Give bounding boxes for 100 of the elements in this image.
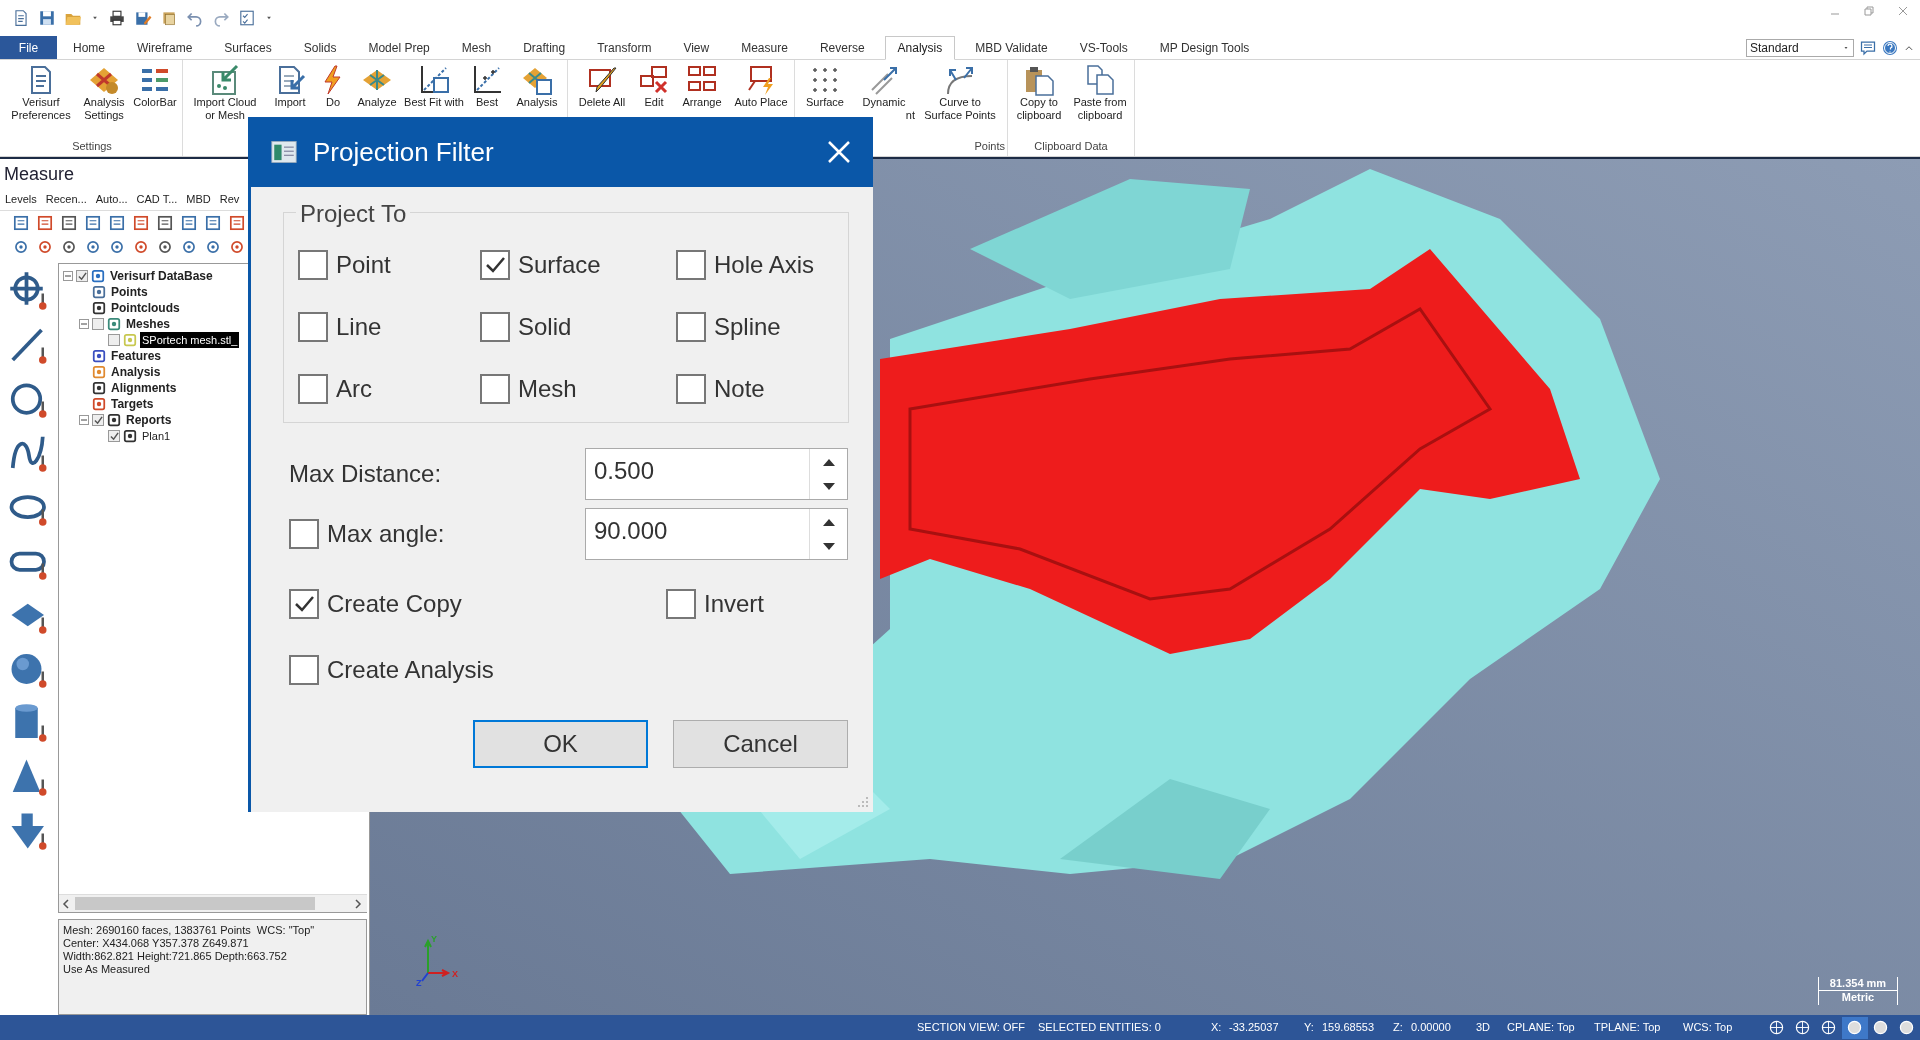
ribbon-tab[interactable]: Home	[57, 36, 121, 59]
ribbon-tab[interactable]: Transform	[581, 36, 668, 59]
help-icon[interactable]	[1882, 39, 1898, 56]
tree-item[interactable]: Reports	[124, 411, 174, 429]
tree-checkbox[interactable]	[92, 414, 104, 426]
tree-item[interactable]: Features	[109, 347, 164, 365]
ribbon-tab[interactable]: Reverse	[803, 36, 881, 59]
panel-tab[interactable]: Recen...	[45, 191, 87, 208]
ribbon-tab[interactable]: Surfaces	[208, 36, 288, 59]
save-icon[interactable]	[38, 9, 56, 27]
panel-tab[interactable]: MBD	[186, 191, 211, 208]
ribbon-button[interactable]: Delete All	[570, 64, 634, 109]
checklist-icon[interactable]	[238, 9, 256, 27]
checkbox-option[interactable]: Spline	[676, 309, 848, 345]
tree-item[interactable]: Targets	[109, 395, 156, 413]
ribbon-tab[interactable]: Measure	[725, 36, 804, 59]
checkbox-option[interactable]: Solid	[480, 309, 676, 345]
dialog-button[interactable]: Cancel	[673, 720, 848, 768]
checkbox-option[interactable]: Line	[298, 309, 480, 345]
checkbox[interactable]	[676, 374, 706, 404]
ribbon-button[interactable]: ColorBar	[130, 64, 180, 109]
close-icon[interactable]	[827, 140, 851, 164]
tree-item[interactable]: Meshes	[124, 315, 173, 333]
ribbon-tab[interactable]: Drafting	[507, 36, 582, 59]
checkbox-option[interactable]: Create Copy	[289, 586, 666, 622]
ribbon-button[interactable]: Analysis Settings	[78, 64, 130, 122]
ribbon-button[interactable]: Best	[465, 64, 509, 109]
tree-item[interactable]: SPortech mesh.stl_	[140, 331, 240, 349]
ribbon-tab[interactable]: Analysis	[884, 36, 956, 60]
ribbon-button[interactable]: Surface	[797, 64, 853, 109]
ribbon-button[interactable]: Import	[265, 64, 315, 109]
collapse-icon[interactable]	[79, 415, 89, 425]
checkbox-option[interactable]: Surface	[480, 247, 676, 283]
checkbox-option[interactable]: Mesh	[480, 371, 676, 407]
ribbon-tab[interactable]: Wireframe	[121, 36, 209, 59]
ribbon-button[interactable]: Dynamic nt	[853, 64, 915, 122]
checkbox-option[interactable]: Invert	[666, 586, 765, 622]
ribbon-tab[interactable]: Model Prep	[352, 36, 446, 59]
checkbox-option[interactable]: Arc	[298, 371, 480, 407]
panel-tab[interactable]: CAD T...	[136, 191, 178, 208]
tree-checkbox[interactable]	[108, 430, 120, 442]
collapse-icon[interactable]	[63, 271, 73, 281]
checkbox-option[interactable]: Point	[298, 247, 480, 283]
checkbox[interactable]	[480, 250, 510, 280]
angle-field[interactable]: 90.000	[585, 508, 848, 560]
ribbon-tab[interactable]: MBD Validate	[959, 36, 1064, 59]
checkbox[interactable]	[289, 519, 319, 549]
resize-grip-icon[interactable]	[855, 794, 869, 808]
shaded-sphere-button[interactable]	[1841, 1016, 1868, 1039]
horizontal-scrollbar[interactable]	[59, 894, 367, 912]
ribbon-button[interactable]: Verisurf Preferences	[4, 64, 78, 122]
checkbox[interactable]	[480, 374, 510, 404]
checkbox[interactable]	[298, 374, 328, 404]
new-document-icon[interactable]	[12, 9, 30, 27]
spin-down-icon[interactable]	[821, 481, 836, 492]
checkbox[interactable]	[666, 589, 696, 619]
dialog-button[interactable]: OK	[473, 720, 648, 768]
ribbon-button[interactable]: Curve to Surface Points	[915, 64, 1005, 122]
ribbon-button[interactable]: Analysis	[509, 64, 565, 109]
checkbox-option[interactable]: Note	[676, 371, 848, 407]
scroll-thumb[interactable]	[75, 897, 315, 910]
ribbon-button[interactable]: Arrange	[674, 64, 730, 109]
ribbon-tab[interactable]: Mesh	[445, 36, 508, 59]
panel-tab[interactable]: Levels	[5, 191, 37, 208]
tree-checkbox[interactable]	[108, 334, 120, 346]
checkbox[interactable]	[676, 312, 706, 342]
tree-item[interactable]: Pointclouds	[109, 299, 182, 317]
file-menu-button[interactable]: File	[0, 36, 57, 59]
ribbon-tab[interactable]: View	[667, 36, 726, 59]
panel-tab[interactable]: Auto...	[95, 191, 128, 208]
checkbox[interactable]	[480, 312, 510, 342]
checkbox-option[interactable]: Max angle:	[289, 516, 585, 552]
workspace-dropdown[interactable]: Standard	[1746, 38, 1854, 57]
print-icon[interactable]	[108, 9, 126, 27]
ribbon-tab[interactable]: MP Design Tools	[1143, 36, 1266, 59]
collapse-icon[interactable]	[79, 319, 89, 329]
checkbox[interactable]	[298, 250, 328, 280]
tree-item[interactable]: Verisurf DataBase	[108, 267, 215, 285]
tree-item[interactable]: Alignments	[109, 379, 179, 397]
tree-checkbox[interactable]	[76, 270, 88, 282]
save-as-icon[interactable]	[134, 9, 152, 27]
ribbon-button[interactable]: Import Cloud or Mesh	[185, 64, 265, 122]
checkbox-option[interactable]: Create Analysis	[289, 652, 494, 688]
crosshair-tool-icon[interactable]	[9, 271, 49, 311]
arrow-down-tool-icon[interactable]	[9, 811, 49, 851]
spin-down-icon[interactable]	[821, 541, 836, 552]
checkbox[interactable]	[289, 589, 319, 619]
checkbox[interactable]	[298, 312, 328, 342]
tree-item[interactable]: Points	[109, 283, 150, 301]
tree-item[interactable]: Analysis	[109, 363, 163, 381]
ribbon-tab[interactable]: Solids	[287, 36, 353, 59]
ribbon-button[interactable]: Paste from clipboard	[1068, 64, 1132, 122]
tree-checkbox[interactable]	[92, 318, 104, 330]
folders-icon[interactable]	[160, 9, 178, 27]
ribbon-button[interactable]: Auto Place	[730, 64, 792, 109]
checkbox[interactable]	[676, 250, 706, 280]
ribbon-button[interactable]: Analyze	[351, 64, 403, 109]
ribbon-tab[interactable]: VS-Tools	[1063, 36, 1144, 59]
ribbon-button[interactable]: Do	[315, 64, 351, 109]
tree-item[interactable]: Plan1	[140, 427, 173, 445]
